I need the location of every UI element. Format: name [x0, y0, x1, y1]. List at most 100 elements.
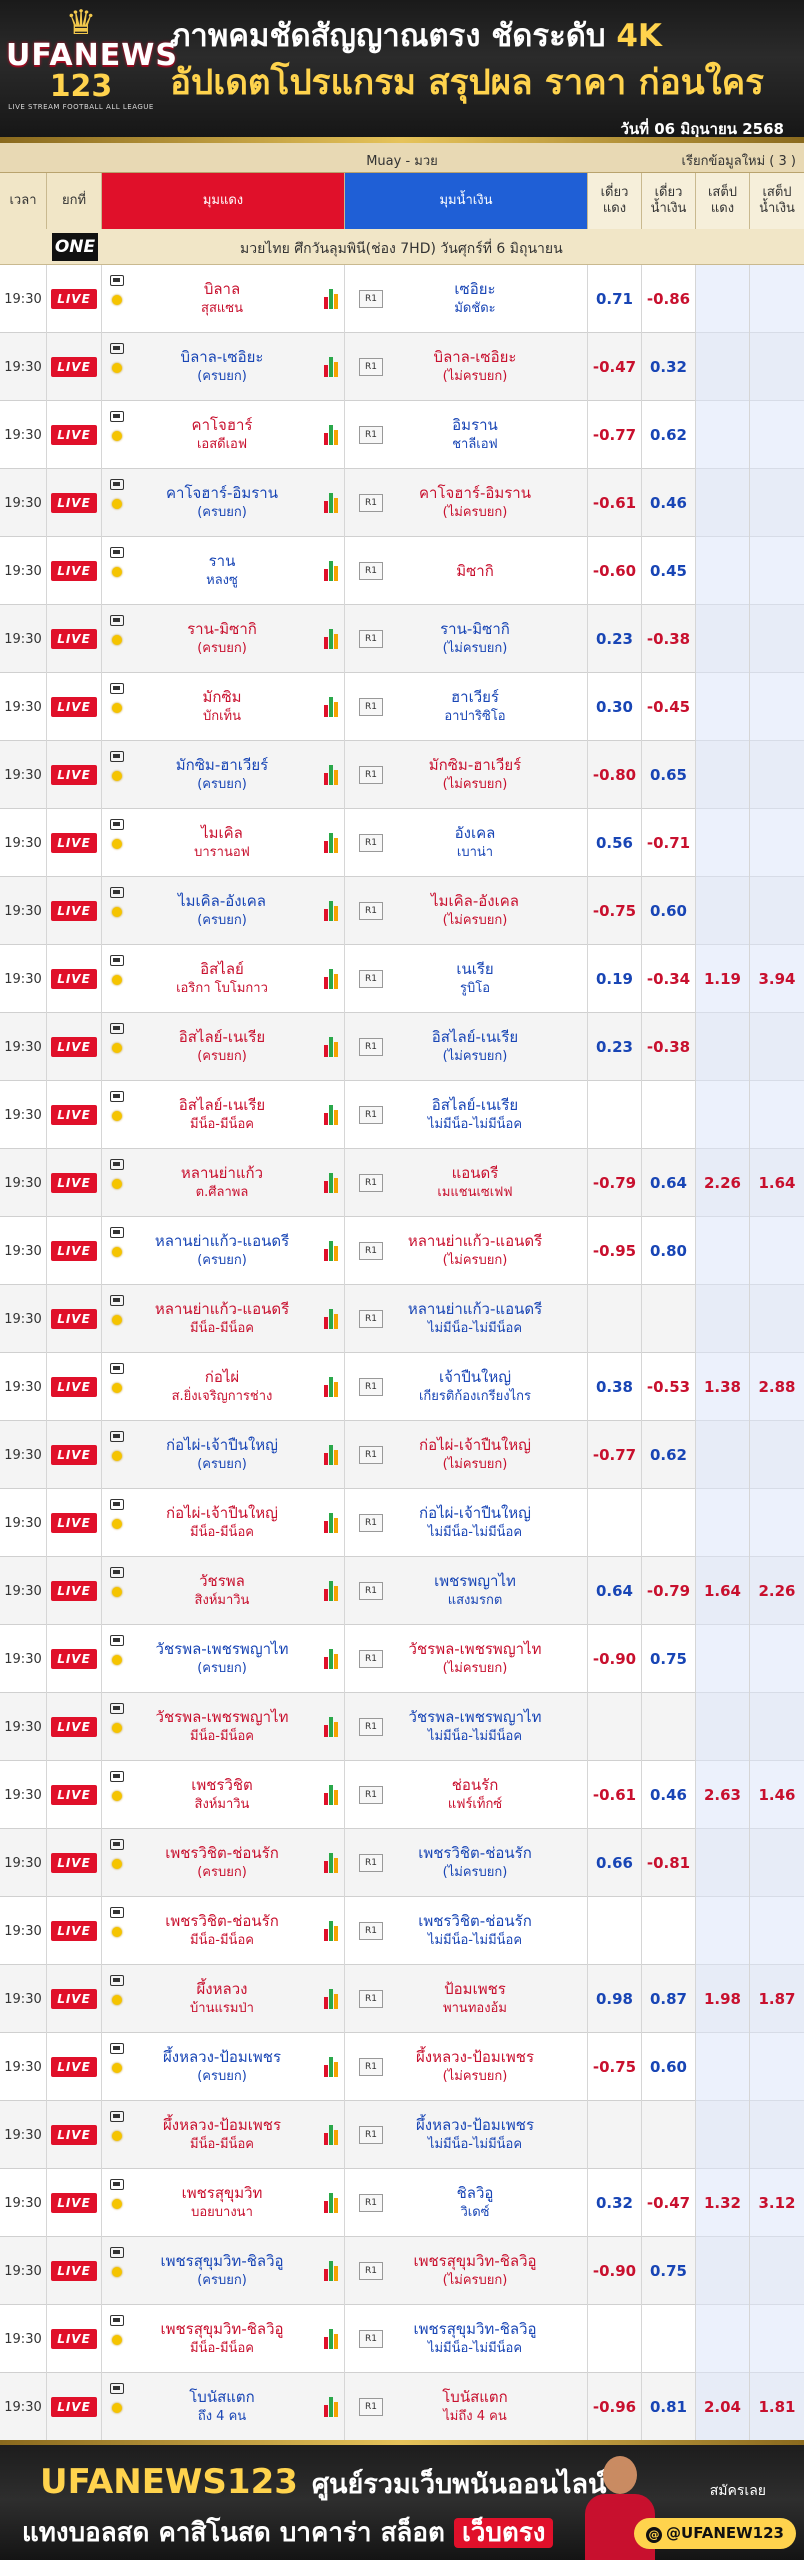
live-badge[interactable]: LIVE: [51, 765, 97, 785]
odd-single-red[interactable]: -0.90: [588, 2237, 642, 2305]
odd-step-red[interactable]: 1.64: [696, 1557, 750, 1625]
stats-icon[interactable]: [324, 1649, 340, 1669]
odd-step-blue[interactable]: [750, 1489, 804, 1557]
odd-single-blue[interactable]: 0.46: [642, 469, 696, 537]
odd-step-red[interactable]: [696, 1829, 750, 1897]
odd-step-blue[interactable]: 2.26: [750, 1557, 804, 1625]
odd-step-blue[interactable]: [750, 1897, 804, 1965]
stats-icon[interactable]: [324, 1581, 340, 1601]
live-badge[interactable]: LIVE: [51, 1309, 97, 1329]
live-badge[interactable]: LIVE: [51, 2397, 97, 2417]
match-row[interactable]: 19:30 LIVE หลานย่าแก้ว ต.ศีลาพล R1 แอนดรี เมแช…: [0, 1149, 804, 1217]
odd-single-blue[interactable]: 0.75: [642, 2237, 696, 2305]
tv-icon[interactable]: [110, 479, 124, 490]
odd-single-red[interactable]: 0.23: [588, 605, 642, 673]
odd-single-red[interactable]: 0.38: [588, 1353, 642, 1421]
odd-single-red[interactable]: -0.61: [588, 469, 642, 537]
stats-icon[interactable]: [324, 1717, 340, 1737]
stats-icon[interactable]: [324, 2125, 340, 2145]
odd-single-blue[interactable]: 0.32: [642, 333, 696, 401]
odd-step-blue[interactable]: [750, 605, 804, 673]
match-row[interactable]: 19:30 LIVE ไมเคิล-อังเคล (ครบยก) R1 ไมเคิล-อั…: [0, 877, 804, 945]
odd-step-blue[interactable]: [750, 1217, 804, 1285]
odd-single-blue[interactable]: [642, 2305, 696, 2373]
match-row[interactable]: 19:30 LIVE หลานย่าแก้ว-แอนดรี มีน็อ-มีน็อค R…: [0, 1285, 804, 1353]
live-badge[interactable]: LIVE: [51, 1921, 97, 1941]
live-badge[interactable]: LIVE: [51, 1785, 97, 1805]
odd-single-blue[interactable]: 0.75: [642, 1625, 696, 1693]
odd-single-red[interactable]: [588, 2305, 642, 2373]
odd-step-red[interactable]: [696, 673, 750, 741]
odd-step-red[interactable]: [696, 1693, 750, 1761]
live-badge[interactable]: LIVE: [51, 833, 97, 853]
odd-single-red[interactable]: 0.56: [588, 809, 642, 877]
odd-single-red[interactable]: -0.96: [588, 2373, 642, 2441]
odd-single-red[interactable]: 0.64: [588, 1557, 642, 1625]
odd-step-red[interactable]: 1.19: [696, 945, 750, 1013]
live-badge[interactable]: LIVE: [51, 2125, 97, 2145]
stats-icon[interactable]: [324, 2397, 340, 2417]
stats-icon[interactable]: [324, 629, 340, 649]
tv-icon[interactable]: [110, 411, 124, 422]
match-row[interactable]: 19:30 LIVE วัชรพล-เพชรพญาไท (ครบยก) R1 วัชรพล…: [0, 1625, 804, 1693]
ufanews-logo[interactable]: ♛ UFANEWS 123 LIVE STREAM FOOTBALL ALL L…: [6, 6, 177, 124]
odd-single-red[interactable]: -0.77: [588, 1421, 642, 1489]
odd-step-blue[interactable]: [750, 2237, 804, 2305]
odd-single-blue[interactable]: 0.60: [642, 2033, 696, 2101]
odd-single-red[interactable]: -0.95: [588, 1217, 642, 1285]
odd-single-blue[interactable]: -0.38: [642, 605, 696, 673]
match-row[interactable]: 19:30 LIVE ผึ้งหลวง-ป้อมเพชร (ครบยก) R1 ผึ้งห…: [0, 2033, 804, 2101]
odd-single-blue[interactable]: [642, 1285, 696, 1353]
odd-single-red[interactable]: 0.19: [588, 945, 642, 1013]
odd-single-blue[interactable]: -0.47: [642, 2169, 696, 2237]
tv-icon[interactable]: [110, 955, 124, 966]
stats-icon[interactable]: [324, 1241, 340, 1261]
tv-icon[interactable]: [110, 1771, 124, 1782]
odd-single-red[interactable]: 0.23: [588, 1013, 642, 1081]
match-row[interactable]: 19:30 LIVE ผึ้งหลวง-ป้อมเพชร มีน็อ-มีน็อค R1…: [0, 2101, 804, 2169]
match-row[interactable]: 19:30 LIVE อิสไลย์ เอริกา โบโมกาว R1 เนเรีย รู…: [0, 945, 804, 1013]
live-badge[interactable]: LIVE: [51, 2057, 97, 2077]
odd-single-blue[interactable]: 0.45: [642, 537, 696, 605]
odd-step-blue[interactable]: [750, 1421, 804, 1489]
odd-single-blue[interactable]: -0.81: [642, 1829, 696, 1897]
stats-icon[interactable]: [324, 1037, 340, 1057]
tv-icon[interactable]: [110, 1635, 124, 1646]
odd-step-blue[interactable]: [750, 673, 804, 741]
tv-icon[interactable]: [110, 1363, 124, 1374]
odd-single-blue[interactable]: -0.45: [642, 673, 696, 741]
tv-icon[interactable]: [110, 887, 124, 898]
match-row[interactable]: 19:30 LIVE ไมเคิล บารานอฟ R1 อังเคล เบาน่า 0.56…: [0, 809, 804, 877]
odd-single-blue[interactable]: -0.71: [642, 809, 696, 877]
odd-single-blue[interactable]: -0.34: [642, 945, 696, 1013]
live-badge[interactable]: LIVE: [51, 357, 97, 377]
odd-step-red[interactable]: [696, 469, 750, 537]
odd-single-red[interactable]: -0.60: [588, 537, 642, 605]
live-badge[interactable]: LIVE: [51, 1513, 97, 1533]
live-badge[interactable]: LIVE: [51, 1241, 97, 1261]
match-row[interactable]: 19:30 LIVE เพชรสุขุมวิท-ชิลวิอู (ครบยก) R1 เพ…: [0, 2237, 804, 2305]
live-badge[interactable]: LIVE: [51, 2329, 97, 2349]
odd-step-red[interactable]: [696, 1081, 750, 1149]
odd-single-red[interactable]: [588, 2101, 642, 2169]
odd-single-red[interactable]: -0.80: [588, 741, 642, 809]
stats-icon[interactable]: [324, 1377, 340, 1397]
odd-step-red[interactable]: 1.38: [696, 1353, 750, 1421]
odd-step-red[interactable]: [696, 2101, 750, 2169]
live-badge[interactable]: LIVE: [51, 1037, 97, 1057]
odd-step-blue[interactable]: [750, 1693, 804, 1761]
odd-step-red[interactable]: [696, 1421, 750, 1489]
match-row[interactable]: 19:30 LIVE วัชรพล-เพชรพญาไท มีน็อ-มีน็อค R1 ว…: [0, 1693, 804, 1761]
stats-icon[interactable]: [324, 1105, 340, 1125]
odd-single-blue[interactable]: 0.81: [642, 2373, 696, 2441]
live-badge[interactable]: LIVE: [51, 1173, 97, 1193]
odd-step-blue[interactable]: [750, 809, 804, 877]
tv-icon[interactable]: [110, 2179, 124, 2190]
odd-step-blue[interactable]: [750, 2033, 804, 2101]
odd-single-blue[interactable]: 0.87: [642, 1965, 696, 2033]
odd-step-blue[interactable]: 1.46: [750, 1761, 804, 1829]
tv-icon[interactable]: [110, 2383, 124, 2394]
odd-single-red[interactable]: [588, 1693, 642, 1761]
odd-step-blue[interactable]: [750, 401, 804, 469]
stats-icon[interactable]: [324, 2193, 340, 2213]
